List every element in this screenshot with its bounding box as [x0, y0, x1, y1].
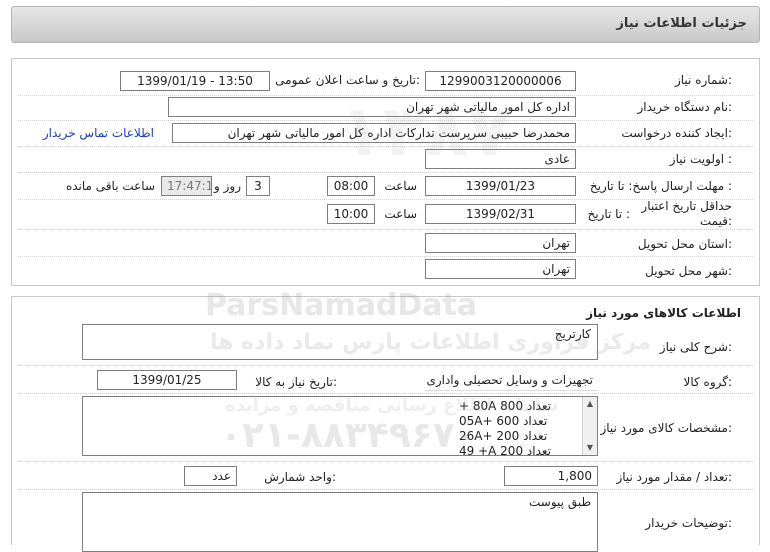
announce-datetime-label: تاریخ و ساعت اعلان عمومی:	[275, 73, 420, 87]
goods-group-label: گروه کالا:	[683, 375, 733, 389]
need-date-field: 1399/01/25	[97, 370, 237, 390]
days-remaining-field: 3	[246, 176, 270, 196]
scroll-down-icon[interactable]: ▼	[583, 441, 597, 455]
goods-section-title: اطلاعات کالاهای مورد نیاز	[586, 306, 741, 320]
creator-label: ایجاد کننده درخواست:	[621, 126, 732, 140]
quantity-label: تعداد / مقدار مورد نیاز:	[616, 470, 732, 484]
deadline-time-field: 08:00	[327, 176, 375, 196]
announce-datetime-field: 1399/01/19 - 13:50	[120, 71, 270, 91]
buyer-notes-field: طبق پیوست	[82, 492, 598, 552]
specs-line: 49 +A تعداد 200	[459, 444, 551, 456]
goods-group-field: تجهیزات و وسایل تحصیلی واداری	[425, 371, 598, 391]
specs-line: 05A+ تعداد 600	[459, 414, 548, 428]
creator-field: محمدرضا حبیبی سرپرست تدارکات اداره کل ام…	[172, 123, 576, 143]
buyer-org-label: نام دستگاه خریدار:	[637, 100, 733, 114]
validity-time-label: ساعت	[384, 207, 417, 221]
quantity-field: 1,800	[504, 466, 598, 486]
deadline-label: مهلت ارسال پاسخ: تا تاریخ :	[589, 179, 732, 193]
summary-label: شرح کلی نیاز:	[659, 340, 732, 354]
specs-list[interactable]: + 80A تعداد 800 05A+ تعداد 600 26A+ تعدا…	[82, 396, 598, 456]
specs-label: مشخصات کالای مورد نیاز:	[600, 421, 732, 435]
validity-label: حداقل تاریخ اعتبار قیمت:	[641, 199, 732, 228]
city-label: شهر محل تحویل:	[645, 264, 732, 278]
specs-line: 26A+ تعداد 200	[459, 429, 548, 443]
page-header: جزئیات اطلاعات نیاز	[11, 6, 760, 43]
validity-date-field: 1399/02/31	[425, 204, 576, 224]
page-title: جزئیات اطلاعات نیاز	[616, 16, 747, 31]
buyer-contact-link[interactable]: اطلاعات تماس خریدار	[43, 126, 154, 140]
remaining-time-label: ساعت باقی مانده	[65, 179, 155, 193]
need-number-field: 1299003120000006	[425, 71, 576, 91]
buyer-notes-label: توضیحات خریدار:	[645, 516, 732, 530]
unit-field: عدد	[184, 466, 237, 486]
validity-time-field: 10:00	[327, 204, 375, 224]
need-date-label: تاریخ نیاز به کالا:	[255, 375, 337, 389]
deadline-time-label: ساعت	[384, 179, 417, 193]
province-label: استان محل تحویل:	[637, 237, 732, 251]
buyer-org-field: اداره کل امور مالیاتی شهر تهران	[168, 97, 576, 117]
scroll-up-icon[interactable]: ▲	[583, 397, 597, 411]
specs-line: + 80A تعداد 800	[459, 399, 551, 413]
days-label: روز و	[214, 179, 241, 193]
unit-label: واحد شمارش:	[264, 470, 336, 484]
deadline-date-field: 1399/01/23	[425, 176, 576, 196]
city-field: تهران	[425, 259, 576, 279]
specs-scrollbar[interactable]: ▲ ▼	[582, 397, 597, 455]
validity-to-label: تا تاریخ :	[587, 207, 630, 221]
need-number-label: شماره نیاز:	[674, 73, 732, 87]
remaining-time-field: 17:47:15	[161, 176, 212, 196]
priority-field: عادی	[425, 149, 576, 169]
priority-label: اولویت نیاز :	[669, 152, 732, 166]
summary-field: کارتریج	[82, 324, 598, 360]
province-field: تهران	[425, 233, 576, 253]
